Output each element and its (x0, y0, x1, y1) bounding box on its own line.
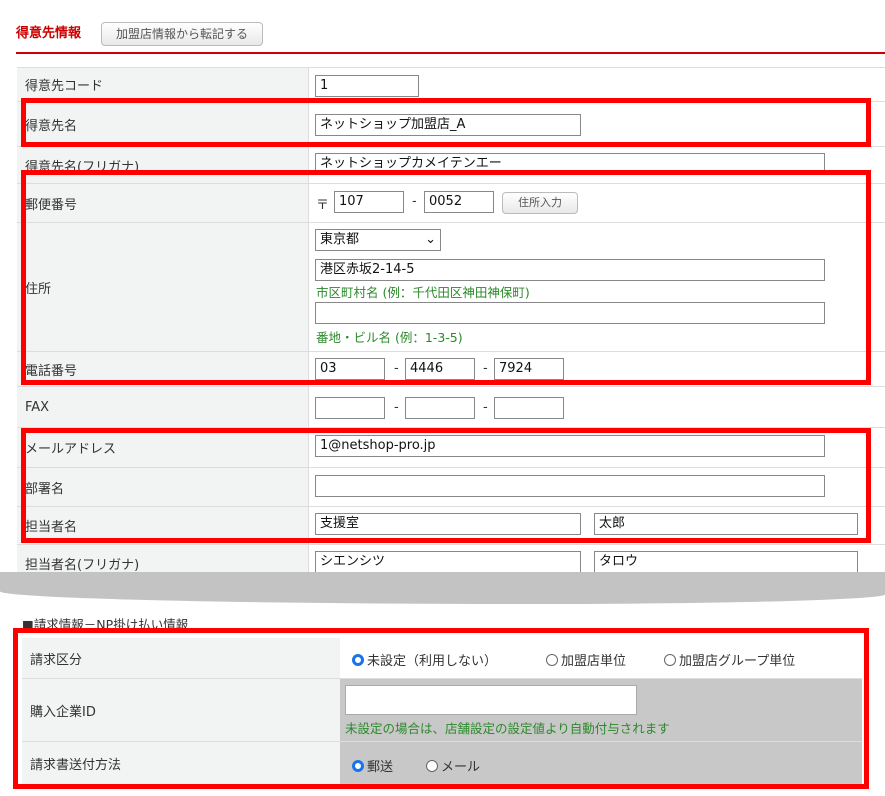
fax-part1-input[interactable] (315, 397, 385, 419)
omission-break (0, 572, 885, 604)
fax-part3-input[interactable] (494, 397, 564, 419)
fax-part2-input[interactable] (405, 397, 475, 419)
separator: - (394, 400, 399, 415)
contact-kana-first-input[interactable]: タロウ (594, 551, 858, 573)
highlight-box-billing (13, 628, 869, 789)
row-fax: FAX - - (17, 387, 885, 428)
separator: - (483, 400, 488, 415)
label: 得意先コード (17, 68, 309, 101)
label: FAX (17, 387, 309, 427)
copy-from-store-button[interactable]: 加盟店情報から転記する (101, 22, 263, 46)
code-input[interactable]: 1 (315, 75, 419, 97)
customer-form: 得意先コード 1 得意先名 ネットショップ加盟店_A 得意先名(フリガナ) ネッ… (17, 67, 885, 581)
contact-kana-last-input[interactable]: シエンシツ (315, 551, 581, 573)
row-code: 得意先コード 1 (17, 68, 885, 102)
highlight-box-name (21, 98, 871, 147)
highlight-box-address (21, 170, 871, 385)
section-title: 得意先情報 (16, 26, 82, 41)
title-divider (16, 52, 885, 54)
highlight-box-contact (21, 428, 871, 543)
